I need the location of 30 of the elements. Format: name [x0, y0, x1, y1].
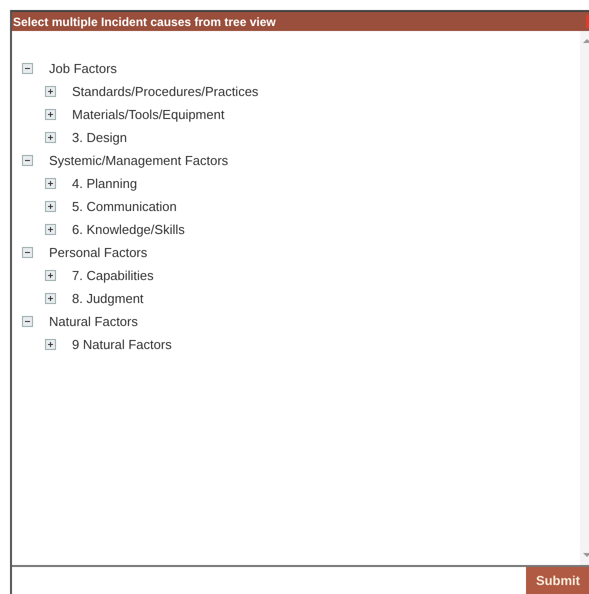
- expand-icon[interactable]: [45, 132, 56, 143]
- tree-item[interactable]: 9 Natural Factors: [72, 337, 172, 352]
- submit-button[interactable]: Submit: [526, 567, 589, 594]
- tree-item[interactable]: 5. Communication: [72, 199, 177, 214]
- collapse-icon[interactable]: [22, 155, 33, 166]
- tree-item[interactable]: Materials/Tools/Equipment: [72, 107, 224, 122]
- tree-item[interactable]: Natural Factors: [49, 314, 138, 329]
- expand-icon[interactable]: [45, 109, 56, 120]
- expand-icon[interactable]: [45, 86, 56, 97]
- tree-item[interactable]: Personal Factors: [49, 245, 148, 260]
- tree-item[interactable]: 3. Design: [72, 130, 127, 145]
- tree-item[interactable]: Standards/Procedures/Practices: [72, 84, 258, 99]
- scroll-down-icon[interactable]: [583, 553, 589, 557]
- expand-icon[interactable]: [45, 201, 56, 212]
- expand-icon[interactable]: [45, 293, 56, 304]
- collapse-icon[interactable]: [22, 316, 33, 327]
- expand-icon[interactable]: [45, 339, 56, 350]
- expand-icon[interactable]: [45, 270, 56, 281]
- tree-item[interactable]: 7. Capabilities: [72, 268, 154, 283]
- dialog-title: Select multiple Incident causes from tree view: [12, 14, 276, 28]
- collapse-icon[interactable]: [22, 63, 33, 74]
- scroll-up-icon[interactable]: [583, 39, 589, 43]
- expand-icon[interactable]: [45, 178, 56, 189]
- tree-item[interactable]: 6. Knowledge/Skills: [72, 222, 185, 237]
- expand-icon[interactable]: [45, 224, 56, 235]
- tree-item[interactable]: Job Factors: [49, 61, 117, 76]
- collapse-icon[interactable]: [22, 247, 33, 258]
- tree-item[interactable]: 4. Planning: [72, 176, 138, 191]
- tree-item[interactable]: 8. Judgment: [72, 291, 144, 306]
- tree-item[interactable]: Systemic/Management Factors: [49, 153, 228, 168]
